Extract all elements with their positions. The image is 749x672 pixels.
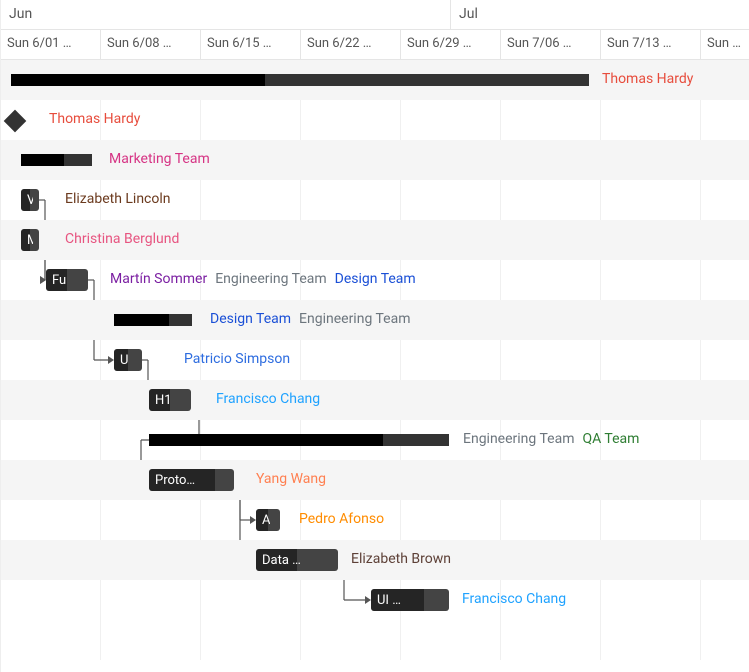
summary-bar[interactable] [149, 434, 449, 446]
task-bar[interactable]: V [21, 189, 39, 211]
assignee-label: Pedro Afonso [299, 511, 384, 527]
month-cell: Jul [451, 0, 749, 29]
assignee-labels: Christina Berglund [65, 231, 187, 247]
assignee-labels: Design Team Engineering Team [210, 311, 419, 327]
summary-bar[interactable] [21, 154, 92, 166]
week-cell: Sun 7/13 … [601, 30, 701, 59]
week-row: Sun 6/01 …Sun 6/08 …Sun 6/15 …Sun 6/22 …… [1, 30, 749, 60]
task-bar-label: Proto… [155, 473, 195, 488]
gantt-row: Proto… Yang Wang [1, 460, 749, 500]
gantt-row: Thomas Hardy [1, 100, 749, 140]
task-bar[interactable]: A [256, 509, 280, 531]
task-bar-label: Fu [52, 273, 66, 288]
gantt-row: U Patricio Simpson [1, 340, 749, 380]
assignee-label: Marketing Team [109, 151, 210, 167]
week-cell: Sun 6/29 … [401, 30, 501, 59]
assignee-label: Yang Wang [256, 471, 326, 487]
task-bar-label: M [27, 233, 33, 248]
assignee-labels: Thomas Hardy [49, 111, 148, 127]
gantt-row: M Christina Berglund [1, 220, 749, 260]
task-bar[interactable]: Fu [46, 269, 88, 291]
task-bar-label: V [27, 193, 33, 208]
assignee-label: Francisco Chang [462, 591, 566, 607]
week-cell: Sun 6/08 … [101, 30, 201, 59]
assignee-label: Francisco Chang [216, 391, 320, 407]
gantt-row: A Pedro Afonso [1, 500, 749, 540]
assignee-label: Martín Sommer [110, 271, 207, 287]
gantt-row: Thomas Hardy [1, 60, 749, 100]
week-cell: Sun … [701, 30, 749, 59]
task-bar-label: Data … [262, 553, 301, 568]
task-bar-label: A [262, 513, 270, 528]
rows-area[interactable]: Thomas Hardy Thomas Hardy Marketing Team V E… [1, 60, 749, 660]
week-cell: Sun 6/01 … [1, 30, 101, 59]
gantt-row: H1 Francisco Chang [1, 380, 749, 420]
gantt-row: Fu Martín Sommer Engineering Team Design Te… [1, 260, 749, 300]
week-cell: Sun 7/06 … [501, 30, 601, 59]
task-bar[interactable]: Proto… [149, 469, 234, 491]
assignee-labels: Elizabeth Brown [351, 551, 459, 567]
gantt-row: UI … Francisco Chang [1, 580, 749, 620]
assignee-label: Design Team [210, 311, 291, 327]
task-bar-label: UI … [377, 593, 401, 608]
assignee-label: Elizabeth Lincoln [65, 191, 171, 207]
timeline-header: JunJul Sun 6/01 …Sun 6/08 …Sun 6/15 …Sun… [1, 0, 749, 60]
assignee-labels: Patricio Simpson [184, 351, 298, 367]
assignee-labels: Francisco Chang [216, 391, 328, 407]
assignee-labels: Marketing Team [109, 151, 218, 167]
assignee-labels: Yang Wang [256, 471, 334, 487]
assignee-label: Thomas Hardy [49, 111, 140, 127]
gantt-row: Engineering Team QA Team [1, 420, 749, 460]
task-bar[interactable]: H1 [149, 389, 191, 411]
assignee-label: QA Team [582, 431, 639, 447]
assignee-label: Design Team [335, 271, 416, 287]
assignee-label: Patricio Simpson [184, 351, 290, 367]
month-row: JunJul [1, 0, 749, 30]
week-cell: Sun 6/15 … [201, 30, 301, 59]
summary-bar[interactable] [11, 74, 589, 86]
gantt-row: Data … Elizabeth Brown [1, 540, 749, 580]
assignee-label: Engineering Team [215, 271, 326, 287]
gantt-chart[interactable]: JunJul Sun 6/01 …Sun 6/08 …Sun 6/15 …Sun… [0, 0, 749, 672]
assignee-label: Engineering Team [299, 311, 410, 327]
assignee-label: Engineering Team [463, 431, 574, 447]
month-cell: Jun [1, 0, 451, 29]
task-bar[interactable]: U [114, 349, 142, 371]
milestone-icon[interactable] [4, 110, 27, 133]
assignee-labels: Pedro Afonso [299, 511, 392, 527]
gantt-row: V Elizabeth Lincoln [1, 180, 749, 220]
task-bar[interactable]: UI … [371, 589, 449, 611]
assignee-labels: Martín Sommer Engineering Team Design Team [110, 271, 424, 287]
assignee-labels: Engineering Team QA Team [463, 431, 647, 447]
assignee-label: Thomas Hardy [602, 71, 693, 87]
assignee-labels: Thomas Hardy [602, 71, 701, 87]
assignee-label: Christina Berglund [65, 231, 179, 247]
task-bar[interactable]: Data … [256, 549, 338, 571]
assignee-labels: Francisco Chang [462, 591, 574, 607]
task-bar-label: H1 [155, 393, 172, 408]
assignee-labels: Elizabeth Lincoln [65, 191, 179, 207]
gantt-row: Marketing Team [1, 140, 749, 180]
assignee-label: Elizabeth Brown [351, 551, 451, 567]
summary-bar[interactable] [114, 314, 192, 326]
task-bar[interactable]: M [21, 229, 39, 251]
week-cell: Sun 6/22 … [301, 30, 401, 59]
gantt-row: Design Team Engineering Team [1, 300, 749, 340]
task-bar-label: U [120, 353, 128, 368]
